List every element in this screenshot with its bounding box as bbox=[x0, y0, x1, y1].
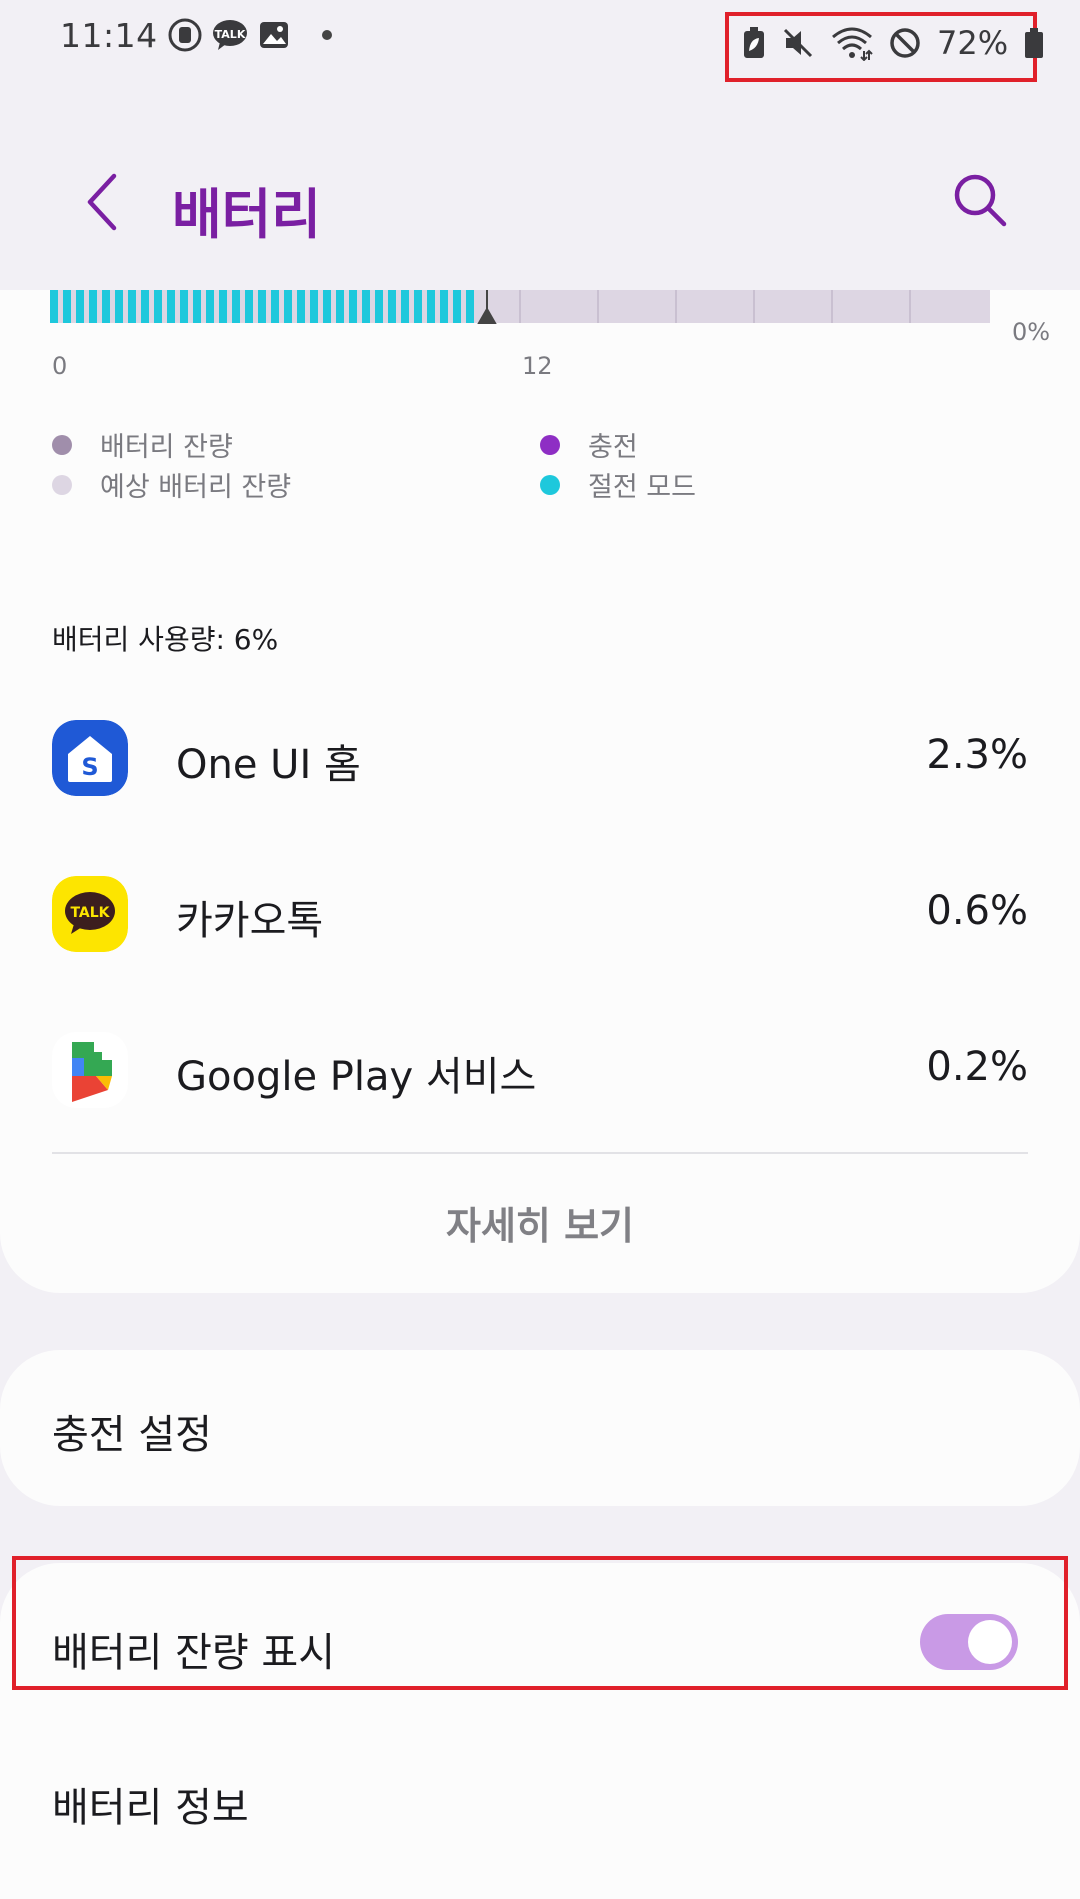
legend-dot bbox=[540, 434, 560, 455]
app-name: 카카오톡 bbox=[176, 898, 324, 944]
divider bbox=[52, 1152, 1028, 1154]
chart-bar bbox=[232, 290, 240, 323]
chart-bar bbox=[453, 290, 461, 323]
charging-settings-label: 충전 설정 bbox=[52, 1412, 212, 1458]
app-usage-percent: 0.2% bbox=[926, 1044, 1028, 1090]
show-battery-percentage-toggle[interactable] bbox=[920, 1614, 1018, 1670]
chart-bar bbox=[310, 290, 318, 323]
legend-dot bbox=[52, 434, 72, 455]
chart-bar bbox=[388, 290, 396, 323]
status-time: 11:14 bbox=[60, 16, 158, 55]
screen-recorder-icon bbox=[168, 18, 202, 52]
battery-chart bbox=[50, 290, 990, 324]
chart-bar bbox=[89, 290, 97, 323]
chevron-left-icon bbox=[87, 173, 117, 231]
status-right-highlight: 72% bbox=[725, 12, 1044, 82]
chart-bar bbox=[219, 290, 227, 323]
chart-bar bbox=[193, 290, 201, 323]
chart-bar bbox=[102, 290, 110, 323]
battery-icon bbox=[1025, 28, 1044, 58]
chart-bar bbox=[466, 290, 474, 323]
chart-bar bbox=[336, 290, 344, 323]
talk-glyph-text: TALK bbox=[70, 905, 110, 921]
svg-text:S: S bbox=[81, 753, 98, 781]
battery-info-item[interactable]: 배터리 정보 bbox=[52, 1775, 249, 1833]
legend-item: 충전 bbox=[540, 425, 638, 464]
status-bar: 11:14 TALK 72% bbox=[0, 0, 1080, 82]
battery-percent-text: 72% bbox=[937, 24, 1009, 62]
chart-y-tick: 0% bbox=[1012, 318, 1051, 346]
chart-x-tick: 12 bbox=[522, 352, 553, 380]
legend-dot bbox=[540, 474, 560, 495]
chart-bar bbox=[323, 290, 331, 323]
chart-bar bbox=[440, 290, 448, 323]
legend-item: 배터리 잔량 bbox=[52, 425, 233, 464]
charging-settings-item[interactable]: 충전 설정 bbox=[0, 1350, 1080, 1506]
one-ui-home-icon: S bbox=[52, 720, 128, 796]
app-usage-percent: 0.6% bbox=[926, 888, 1028, 934]
app-name: Google Play 서비스 bbox=[176, 1054, 537, 1100]
legend-label: 배터리 잔량 bbox=[100, 432, 233, 463]
app-name: One UI 홈 bbox=[176, 742, 361, 788]
chart-bar bbox=[141, 290, 149, 323]
chart-bar bbox=[245, 290, 253, 323]
chart-bar bbox=[50, 290, 58, 323]
search-button[interactable] bbox=[950, 170, 1010, 230]
kakaotalk-talk-icon: TALK bbox=[213, 20, 247, 50]
chart-bar bbox=[349, 290, 357, 323]
app-usage-percent: 2.3% bbox=[926, 732, 1028, 778]
chart-bar bbox=[115, 290, 123, 323]
gallery-icon bbox=[260, 22, 288, 48]
legend-label: 절전 모드 bbox=[588, 472, 696, 503]
legend-item: 예상 배터리 잔량 bbox=[52, 465, 291, 504]
chart-bar bbox=[76, 290, 84, 323]
do-not-disturb-icon bbox=[890, 28, 920, 58]
kakaotalk-icon: TALK bbox=[52, 876, 128, 952]
talk-glyph-text: TALK bbox=[215, 28, 246, 41]
app-usage-row[interactable]: TALK 카카오톡 0.6% bbox=[0, 856, 1080, 976]
chart-bar bbox=[284, 290, 292, 323]
legend-dot bbox=[52, 474, 72, 495]
wifi-icon bbox=[832, 27, 873, 61]
chart-bar bbox=[271, 290, 279, 323]
chart-bar bbox=[180, 290, 188, 323]
chart-bar bbox=[128, 290, 136, 323]
chart-x-tick: 0 bbox=[52, 352, 68, 380]
mute-icon bbox=[783, 28, 813, 58]
chart-bar bbox=[362, 290, 370, 323]
notification-dot-icon bbox=[322, 30, 332, 40]
app-bar: 배터리 bbox=[0, 140, 1080, 260]
show-battery-percentage-label: 배터리 잔량 표시 bbox=[52, 1630, 336, 1676]
google-play-services-icon bbox=[52, 1032, 128, 1108]
chart-bar bbox=[297, 290, 305, 323]
legend-item: 절전 모드 bbox=[540, 465, 696, 504]
status-left-icons: TALK bbox=[168, 18, 332, 52]
app-usage-row[interactable]: Google Play 서비스 0.2% bbox=[0, 1012, 1080, 1132]
legend-label: 예상 배터리 잔량 bbox=[100, 472, 292, 503]
view-details-button[interactable]: 자세히 보기 bbox=[0, 1195, 1080, 1250]
chart-bar bbox=[167, 290, 175, 323]
toggle-knob bbox=[968, 1620, 1012, 1664]
chart-bar bbox=[427, 290, 435, 323]
search-icon bbox=[954, 174, 1007, 227]
legend-label: 충전 bbox=[588, 432, 638, 463]
back-button[interactable] bbox=[76, 170, 128, 234]
chart-bar bbox=[375, 290, 383, 323]
chart-bar bbox=[63, 290, 71, 323]
chart-bar bbox=[401, 290, 409, 323]
chart-bar bbox=[258, 290, 266, 323]
page-title: 배터리 bbox=[172, 183, 322, 246]
usage-title: 배터리 사용량: 6% bbox=[52, 623, 279, 656]
app-usage-row[interactable]: S One UI 홈 2.3% bbox=[0, 700, 1080, 820]
chart-bar bbox=[154, 290, 162, 323]
chart-bar bbox=[206, 290, 214, 323]
chart-bar bbox=[414, 290, 422, 323]
battery-saver-icon bbox=[744, 27, 764, 58]
